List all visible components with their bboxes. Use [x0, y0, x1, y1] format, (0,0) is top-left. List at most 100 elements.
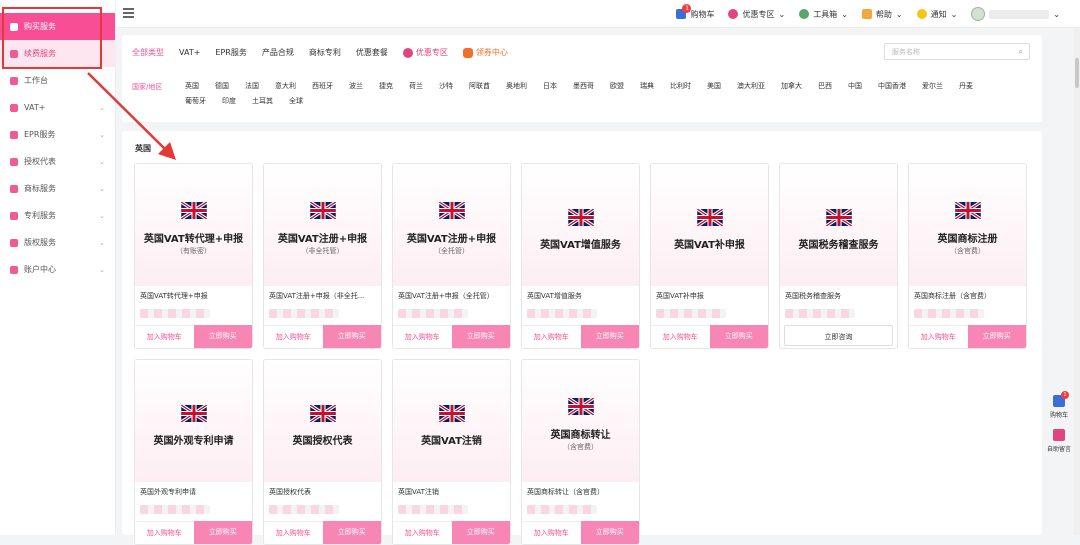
- region-option[interactable]: 丹麦: [959, 82, 973, 91]
- buy-now-button[interactable]: 立即购买: [322, 521, 381, 544]
- add-to-cart-button[interactable]: 加入购物车: [135, 521, 194, 544]
- buy-now-button[interactable]: 立即购买: [193, 325, 252, 348]
- sidebar-item-trademark[interactable]: 商标服务 ⌄: [0, 175, 115, 202]
- topbar-promo[interactable]: 优惠专区 ⌄: [728, 9, 785, 20]
- float-message-button[interactable]: 自助留言: [1046, 429, 1072, 453]
- buy-now-button[interactable]: 立即购买: [322, 325, 381, 348]
- buy-now-button[interactable]: 立即购买: [580, 325, 639, 348]
- sidebar-item-epr[interactable]: EPR服务 ⌄: [0, 121, 115, 148]
- product-card[interactable]: 英国VAT注册+申报 （非全托管） 英国VAT注册+申报（非全托... 加入购物…: [263, 163, 382, 349]
- region-option[interactable]: 印度: [222, 97, 236, 106]
- sidebar-item-copyright[interactable]: 版权服务 ⌄: [0, 229, 115, 256]
- search-icon[interactable]: ⌕: [1019, 47, 1023, 57]
- buy-now-button[interactable]: 立即购买: [193, 521, 252, 544]
- add-to-cart-button[interactable]: 加入购物车: [393, 521, 452, 544]
- add-to-cart-button[interactable]: 加入购物车: [264, 325, 323, 348]
- product-card[interactable]: 英国授权代表 英国授权代表 加入购物车 立即购买: [263, 359, 382, 545]
- sidebar-item-patent[interactable]: 专利服务 ⌄: [0, 202, 115, 229]
- topbar-user[interactable]: ⌄: [971, 7, 1060, 21]
- region-option[interactable]: 中国: [848, 82, 862, 91]
- region-option[interactable]: 捷克: [379, 82, 393, 91]
- region-option[interactable]: 奥地利: [506, 82, 527, 91]
- card-subtitle: （有账密）: [176, 247, 211, 255]
- region-option[interactable]: 法国: [245, 82, 259, 91]
- card-product-name: 英国外观专利申请: [140, 488, 196, 496]
- add-to-cart-button[interactable]: 加入购物车: [909, 325, 968, 348]
- region-option[interactable]: 中国香港: [878, 82, 906, 91]
- topbar-toolbox[interactable]: 工具箱 ⌄: [799, 9, 848, 20]
- region-option[interactable]: 比利时: [670, 82, 691, 91]
- card-banner: 英国外观专利申请: [135, 360, 252, 482]
- product-card[interactable]: 英国商标注册 （含官费） 英国商标注册（含官费） 加入购物车 立即购买: [908, 163, 1027, 349]
- region-label[interactable]: 国家/地区: [132, 82, 162, 92]
- buy-now-button[interactable]: 立即购买: [451, 521, 510, 544]
- product-card[interactable]: 英国VAT转代理+申报 （有账密） 英国VAT转代理+申报 加入购物车 立即购买: [134, 163, 253, 349]
- region-option[interactable]: 爱尔兰: [922, 82, 943, 91]
- card-product-name: 英国商标注册（含官费）: [914, 292, 991, 300]
- tab-epr[interactable]: EPR服务: [215, 47, 246, 58]
- region-option[interactable]: 意大利: [275, 82, 296, 91]
- region-option[interactable]: 墨西哥: [573, 82, 594, 91]
- region-option[interactable]: 瑞典: [640, 82, 654, 91]
- tab-promo-zone[interactable]: 优惠专区: [402, 47, 448, 58]
- region-option[interactable]: 葡萄牙: [185, 97, 206, 106]
- product-card[interactable]: 英国商标转让 （含官费） 英国商标转让（含官费） 加入购物车 立即购买: [521, 359, 640, 545]
- scrollbar[interactable]: [1074, 28, 1080, 535]
- topbar-cart-label: 购物车: [690, 9, 715, 19]
- tab-vat[interactable]: VAT+: [179, 48, 200, 57]
- topbar-help[interactable]: 帮助 ⌄: [861, 9, 903, 20]
- tab-trademark-patent[interactable]: 商标专利: [309, 47, 341, 58]
- buy-now-button[interactable]: 立即购买: [580, 521, 639, 544]
- region-option[interactable]: 加拿大: [781, 82, 802, 91]
- add-to-cart-button[interactable]: 加入购物车: [393, 325, 452, 348]
- region-option[interactable]: 巴西: [818, 82, 832, 91]
- sidebar-item-authorized-rep[interactable]: 授权代表 ⌄: [0, 148, 115, 175]
- region-option[interactable]: 欧盟: [610, 82, 624, 91]
- search-input[interactable]: 服务名称 ⌕: [884, 43, 1030, 60]
- tab-coupon-center[interactable]: 领券中心: [462, 47, 508, 58]
- product-card[interactable]: 英国VAT注销 英国VAT注销 加入购物车 立即购买: [392, 359, 511, 545]
- promo-icon: [402, 47, 413, 58]
- buy-now-button[interactable]: 立即购买: [709, 325, 768, 348]
- product-card[interactable]: 英国外观专利申请 英国外观专利申请 加入购物车 立即购买: [134, 359, 253, 545]
- tab-all-types[interactable]: 全部类型: [132, 47, 164, 58]
- product-card[interactable]: 英国税务稽查服务 英国税务稽查服务 立即咨询: [779, 163, 898, 349]
- add-to-cart-button[interactable]: 加入购物车: [522, 325, 581, 348]
- sidebar-item-workbench[interactable]: 工作台: [0, 67, 115, 94]
- buy-now-button[interactable]: 立即购买: [451, 325, 510, 348]
- region-option[interactable]: 日本: [543, 82, 557, 91]
- consult-now-button[interactable]: 立即咨询: [784, 325, 893, 346]
- float-cart-button[interactable]: 1 购物车: [1046, 391, 1072, 419]
- sidebar-item-label: VAT+: [24, 103, 46, 112]
- region-option[interactable]: 澳大利亚: [737, 82, 765, 91]
- add-to-cart-button[interactable]: 加入购物车: [651, 325, 710, 348]
- topbar-notice[interactable]: 通知 ⌄: [916, 9, 957, 20]
- scroll-thumb[interactable]: [1075, 58, 1079, 88]
- trademark-icon: [10, 184, 18, 193]
- region-option[interactable]: 沙特: [439, 82, 453, 91]
- sidebar-item-vat[interactable]: VAT+ ⌄: [0, 94, 115, 121]
- buy-now-button[interactable]: 立即购买: [967, 325, 1026, 348]
- tab-discount-package[interactable]: 优惠套餐: [356, 47, 388, 58]
- region-option[interactable]: 英国: [185, 82, 199, 91]
- add-to-cart-button[interactable]: 加入购物车: [522, 521, 581, 544]
- add-to-cart-button[interactable]: 加入购物车: [135, 325, 194, 348]
- tab-product-compliance[interactable]: 产品合规: [262, 47, 294, 58]
- region-option[interactable]: 全球: [289, 97, 303, 106]
- region-option[interactable]: 荷兰: [409, 82, 423, 91]
- region-option[interactable]: 德国: [215, 82, 229, 91]
- card-banner: 英国授权代表: [264, 360, 381, 482]
- menu-icon[interactable]: [123, 8, 134, 18]
- region-option[interactable]: 波兰: [349, 82, 363, 91]
- card-title: 英国VAT注册+申报: [406, 234, 497, 245]
- region-option[interactable]: 阿联酋: [469, 82, 490, 91]
- product-card[interactable]: 英国VAT补申报 英国VAT补申报 加入购物车 立即购买: [650, 163, 769, 349]
- product-card[interactable]: 英国VAT注册+申报 （全托管） 英国VAT注册+申报（全托管） 加入购物车 立…: [392, 163, 511, 349]
- region-option[interactable]: 美国: [707, 82, 721, 91]
- region-option[interactable]: 土耳其: [252, 97, 273, 106]
- topbar-cart[interactable]: 1 购物车: [676, 3, 715, 20]
- product-card[interactable]: 英国VAT增值服务 英国VAT增值服务 加入购物车 立即购买: [521, 163, 640, 349]
- sidebar-item-account[interactable]: 账户中心 ⌄: [0, 256, 115, 283]
- add-to-cart-button[interactable]: 加入购物车: [264, 521, 323, 544]
- region-option[interactable]: 西班牙: [312, 82, 333, 91]
